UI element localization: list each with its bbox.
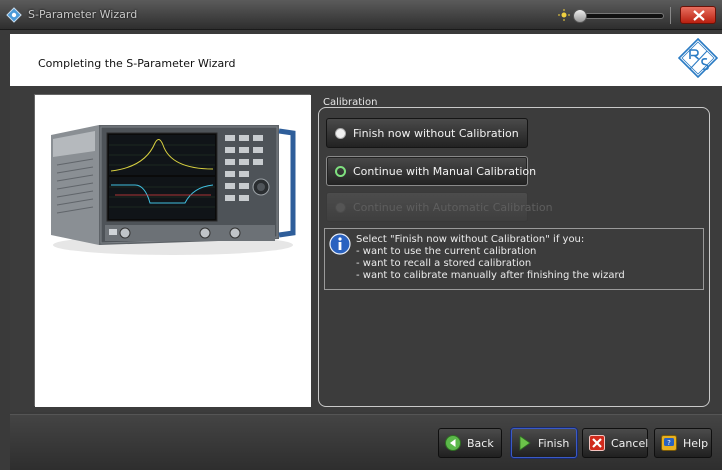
info-text: Select "Finish now without Calibration" … xyxy=(356,234,625,282)
radio-disabled-icon xyxy=(335,201,346,213)
app-icon xyxy=(6,7,22,23)
wizard-header: Completing the S-Parameter Wizard xyxy=(10,34,722,86)
brightness-icon xyxy=(558,9,570,21)
cancel-label: Cancel xyxy=(611,436,649,450)
option-label: Continue with Automatic Calibration xyxy=(353,200,553,214)
close-button[interactable] xyxy=(680,6,716,24)
rohde-schwarz-logo xyxy=(678,38,718,78)
continue-manual-calibration-button[interactable]: Continue with Manual Calibration xyxy=(326,156,536,186)
finish-button[interactable]: Finish xyxy=(511,428,577,458)
info-line: - want to use the current calibration xyxy=(356,246,537,257)
title-bar-divider xyxy=(670,7,671,24)
brightness-slider[interactable] xyxy=(573,9,664,23)
svg-text:?: ? xyxy=(667,439,671,447)
info-line: Select "Finish now without Calibration" … xyxy=(356,234,585,245)
help-label: Help xyxy=(683,436,709,450)
back-button[interactable]: Back xyxy=(438,428,502,458)
info-line: - want to calibrate manually after finis… xyxy=(356,270,625,281)
title-bar[interactable]: S-Parameter Wizard xyxy=(0,0,722,30)
play-arrow-icon xyxy=(519,435,531,451)
network-analyzer-illustration xyxy=(35,95,311,407)
finish-without-calibration-button[interactable]: Finish now without Calibration xyxy=(326,118,528,148)
page-title: Completing the S-Parameter Wizard xyxy=(38,57,236,70)
radio-ring-icon xyxy=(335,165,346,177)
option-label: Continue with Manual Calibration xyxy=(353,164,537,178)
cancel-x-icon xyxy=(589,435,605,451)
brightness-slider-thumb[interactable] xyxy=(573,9,587,23)
window-title: S-Parameter Wizard xyxy=(28,8,138,21)
instrument-image xyxy=(34,94,311,407)
info-icon xyxy=(329,233,351,255)
back-label: Back xyxy=(467,436,494,450)
continue-automatic-calibration-button: Continue with Automatic Calibration xyxy=(326,192,553,222)
back-arrow-icon xyxy=(445,435,461,451)
radio-checked-icon xyxy=(335,127,346,139)
option-label: Finish now without Calibration xyxy=(353,126,519,140)
help-icon: ? xyxy=(661,435,677,451)
calibration-info-box: Select "Finish now without Calibration" … xyxy=(324,228,704,290)
info-line: - want to recall a stored calibration xyxy=(356,258,532,269)
wizard-window: S-Parameter Wizard Completing the S-Para… xyxy=(0,0,722,470)
help-button[interactable]: ? Help xyxy=(654,428,712,458)
cancel-button[interactable]: Cancel xyxy=(582,428,648,458)
close-icon xyxy=(693,10,705,21)
finish-label: Finish xyxy=(538,436,570,450)
